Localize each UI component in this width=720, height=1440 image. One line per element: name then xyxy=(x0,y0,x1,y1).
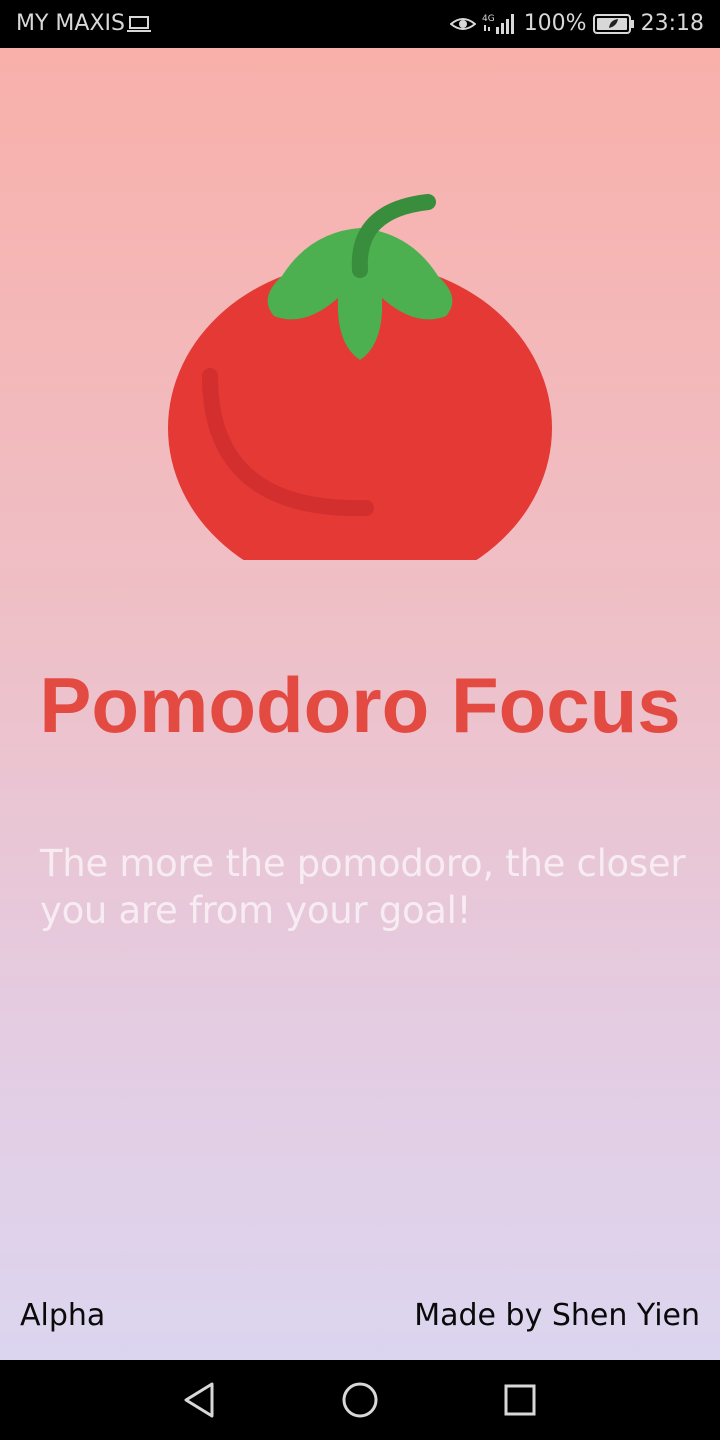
version-label: Alpha xyxy=(20,1298,106,1333)
recents-icon xyxy=(504,1384,536,1416)
clock: 23:18 xyxy=(640,11,704,36)
battery-icon xyxy=(592,13,635,35)
back-button[interactable] xyxy=(180,1380,220,1420)
navigation-bar xyxy=(0,1360,720,1440)
tomato-icon xyxy=(168,194,552,560)
home-icon xyxy=(342,1382,378,1418)
app-title: Pomodoro Focus xyxy=(39,661,681,749)
carrier-label: MY MAXIS xyxy=(16,11,125,36)
author-credit: Made by Shen Yien xyxy=(414,1298,700,1333)
back-icon xyxy=(184,1382,214,1418)
phone-screen: MY MAXIS 4G 100% 23:18 Pomodoro Focus Th… xyxy=(0,0,720,1440)
signal-icon: 4G xyxy=(482,12,518,36)
status-right: 4G 100% 23:18 xyxy=(449,11,704,36)
network-type-label: 4G xyxy=(482,14,495,24)
battery-percent: 100% xyxy=(523,11,587,36)
laptop-icon xyxy=(126,14,151,34)
status-left: MY MAXIS xyxy=(16,11,151,36)
eye-icon xyxy=(449,14,476,34)
status-bar: MY MAXIS 4G 100% 23:18 xyxy=(0,0,720,48)
recents-button[interactable] xyxy=(500,1380,540,1420)
splash-content: Pomodoro Focus The more the pomodoro, th… xyxy=(0,48,720,1360)
home-button[interactable] xyxy=(340,1380,380,1420)
tagline: The more the pomodoro, the closer you ar… xyxy=(40,842,686,932)
